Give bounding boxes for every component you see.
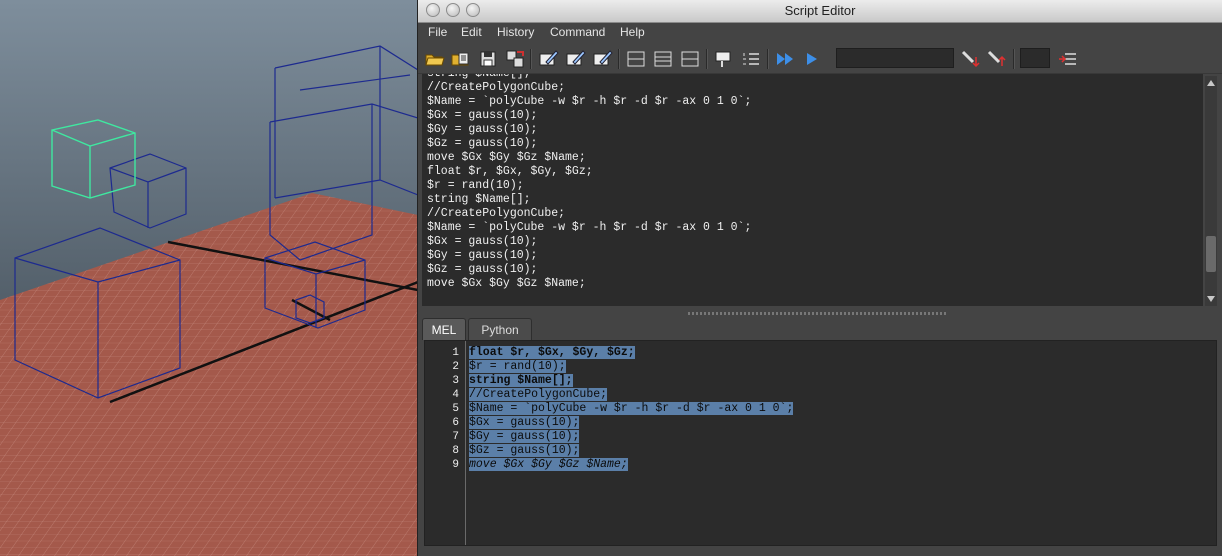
title-bar[interactable]: Script Editor xyxy=(418,0,1222,23)
selected-text: $Gx = gauss(10); xyxy=(469,416,580,429)
menu-history[interactable]: History xyxy=(497,25,534,39)
save-to-shelf-icon[interactable] xyxy=(504,48,526,70)
input-line: float $r, $Gx, $Gy, $Gz; xyxy=(469,346,793,360)
history-line: string $Name[]; xyxy=(427,193,531,206)
history-line: move $Gx $Gy $Gz $Name; xyxy=(427,277,586,290)
menu-command[interactable]: Command xyxy=(550,25,605,39)
line-number: 5 xyxy=(452,403,459,415)
execute-all-icon[interactable] xyxy=(774,48,796,70)
selected-text: $Gz = gauss(10); xyxy=(469,444,580,457)
input-line: $Gy = gauss(10); xyxy=(469,430,793,444)
selected-text: $r = rand(10); xyxy=(469,360,566,373)
script-editor-window: Script Editor File Edit History Command … xyxy=(417,0,1222,556)
history-line: $Gx = gauss(10); xyxy=(427,235,538,248)
scroll-down-icon[interactable] xyxy=(1207,296,1215,302)
window-title: Script Editor xyxy=(784,3,856,18)
history-line: $Gz = gauss(10); xyxy=(427,137,538,150)
input-line: $Gx = gauss(10); xyxy=(469,416,793,430)
scroll-up-icon[interactable] xyxy=(1207,80,1215,86)
show-history-only-icon[interactable] xyxy=(625,48,647,70)
echo-all-commands-icon[interactable] xyxy=(713,48,735,70)
input-line: $r = rand(10); xyxy=(469,360,793,374)
selected-text: $Name = `polyCube -w $r -h $r -d $r -ax … xyxy=(469,402,794,415)
execute-icon[interactable] xyxy=(801,48,823,70)
search-down-icon[interactable] xyxy=(959,48,981,70)
line-number: 7 xyxy=(452,431,459,443)
viewport-canvas[interactable] xyxy=(0,0,418,556)
pane-splitter[interactable] xyxy=(688,312,948,315)
clear-history-icon[interactable] xyxy=(537,48,559,70)
history-line: float $r, $Gx, $Gy, $Gz; xyxy=(427,165,593,178)
history-line: //CreatePolygonCube; xyxy=(427,207,566,220)
history-panel[interactable]: string $Name[];//CreatePolygonCube;$Name… xyxy=(422,74,1203,306)
history-line: $Name = `polyCube -w $r -h $r -d $r -ax … xyxy=(427,221,752,234)
menu-file[interactable]: File xyxy=(428,25,447,39)
history-line: string $Name[]; xyxy=(427,74,751,81)
line-number: 2 xyxy=(452,361,459,373)
search-up-icon[interactable] xyxy=(985,48,1007,70)
selected-text: float $r, $Gx, $Gy, $Gz; xyxy=(469,346,635,359)
history-line: move $Gx $Gy $Gz $Name; xyxy=(427,151,586,164)
history-line: $r = rand(10); xyxy=(427,179,524,192)
selected-text: $Gy = gauss(10); xyxy=(469,430,580,443)
clear-input-icon[interactable] xyxy=(564,48,586,70)
history-line: //CreatePolygonCube; xyxy=(427,81,566,94)
line-number: 1 xyxy=(452,347,459,359)
language-tabs: MEL Python xyxy=(422,318,1222,340)
open-script-icon[interactable] xyxy=(423,48,445,70)
input-lines: float $r, $Gx, $Gy, $Gz; $r = rand(10); st… xyxy=(469,346,794,472)
tab-python[interactable]: Python xyxy=(468,318,532,340)
line-numbers-icon[interactable] xyxy=(740,48,762,70)
goto-line-field[interactable] xyxy=(1020,48,1050,68)
history-line: $Gx = gauss(10); xyxy=(427,109,538,122)
history-scrollbar[interactable] xyxy=(1205,76,1217,306)
history-line: $Gy = gauss(10); xyxy=(427,249,538,262)
line-number: 3 xyxy=(452,375,459,387)
history-lines: string $Name[];//CreatePolygonCube;$Name… xyxy=(427,74,751,291)
show-both-icon[interactable] xyxy=(679,48,701,70)
clear-all-icon[interactable] xyxy=(591,48,613,70)
selected-text: move $Gx $Gy $Gz $Name; xyxy=(469,458,628,471)
menu-edit[interactable]: Edit xyxy=(461,25,482,39)
history-line: $Gz = gauss(10); xyxy=(427,263,538,276)
toolbar xyxy=(418,45,1222,74)
script-input-area[interactable]: 1 2 3 4 5 6 7 8 9 float $r, $Gx, $Gy, $Gz; $r = r… xyxy=(424,340,1217,546)
line-number: 9 xyxy=(452,459,459,471)
goto-line-icon[interactable] xyxy=(1057,48,1079,70)
3d-viewport[interactable] xyxy=(0,0,418,556)
show-input-only-icon[interactable] xyxy=(652,48,674,70)
history-line: $Gy = gauss(10); xyxy=(427,123,538,136)
tab-mel[interactable]: MEL xyxy=(422,318,466,340)
line-number: 6 xyxy=(452,417,459,429)
menu-bar: File Edit History Command Help xyxy=(418,23,1222,44)
input-line: string $Name[]; xyxy=(469,374,793,388)
scroll-thumb[interactable] xyxy=(1206,236,1216,272)
search-field[interactable] xyxy=(836,48,954,68)
input-line: //CreatePolygonCube; xyxy=(469,388,793,402)
source-script-icon[interactable] xyxy=(449,48,471,70)
input-line: $Name = `polyCube -w $r -h $r -d $r -ax … xyxy=(469,402,794,416)
menu-help[interactable]: Help xyxy=(620,25,645,39)
input-line: $Gz = gauss(10); xyxy=(469,444,793,458)
line-number-gutter: 1 2 3 4 5 6 7 8 9 xyxy=(425,341,466,545)
line-number: 4 xyxy=(452,389,459,401)
selected-text: string $Name[]; xyxy=(469,374,573,387)
input-line: move $Gx $Gy $Gz $Name; xyxy=(469,458,793,472)
save-script-icon[interactable] xyxy=(477,48,499,70)
line-number: 8 xyxy=(452,445,459,457)
history-line: $Name = `polyCube -w $r -h $r -d $r -ax … xyxy=(427,95,752,108)
selected-text: //CreatePolygonCube; xyxy=(469,388,608,401)
